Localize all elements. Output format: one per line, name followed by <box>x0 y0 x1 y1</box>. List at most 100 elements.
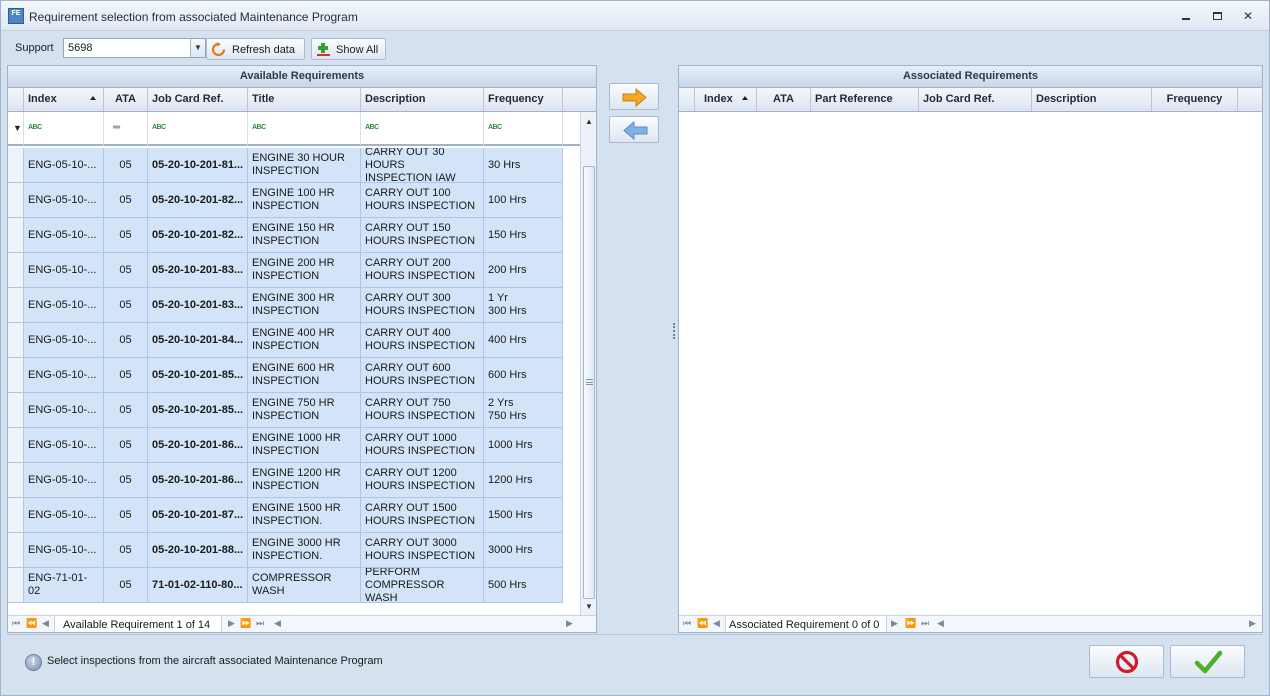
minimize-button[interactable] <box>1175 8 1197 24</box>
cell-description[interactable]: CARRY OUT 1200 HOURS INSPECTION <box>361 463 484 497</box>
next-record-icon[interactable]: ▶ <box>891 618 898 629</box>
table-row[interactable]: ENG-05-10-... 05 05-20-10-201-81... ENGINE … <box>8 148 563 183</box>
cancel-button[interactable] <box>1089 645 1164 678</box>
cell-description[interactable]: CARRY OUT 200 HOURS INSPECTION <box>361 253 484 287</box>
cell-index[interactable]: ENG-05-10-... <box>24 183 104 217</box>
filter-cell-frequency[interactable]: ABC <box>484 112 563 145</box>
column-header-index[interactable]: Index <box>24 88 104 111</box>
cell-index[interactable]: ENG-05-10-... <box>24 323 104 357</box>
column-header-job-card-ref[interactable]: Job Card Ref. <box>919 88 1032 111</box>
cell-frequency[interactable]: 400 Hrs <box>484 323 563 357</box>
cell-frequency[interactable]: 1200 Hrs <box>484 463 563 497</box>
filter-cell-ata[interactable]: ═ <box>104 112 148 145</box>
table-row[interactable]: ENG-05-10-... 05 05-20-10-201-85... ENGINE … <box>8 358 563 393</box>
table-row[interactable]: ENG-05-10-... 05 05-20-10-201-82... ENGINE … <box>8 218 563 253</box>
cell-description[interactable]: CARRY OUT 750 HOURS INSPECTION <box>361 393 484 427</box>
cell-ata[interactable]: 05 <box>104 358 148 392</box>
cell-frequency[interactable]: 30 Hrs <box>484 148 563 182</box>
scroll-up-icon[interactable]: ▲ <box>581 114 596 130</box>
row-indicator[interactable] <box>8 148 24 182</box>
splitter-grip[interactable] <box>673 323 676 339</box>
cell-ata[interactable]: 05 <box>104 393 148 427</box>
cell-job-card-ref[interactable]: 05-20-10-201-85... <box>148 393 248 427</box>
table-row[interactable]: ENG-05-10-... 05 05-20-10-201-87... ENGINE … <box>8 498 563 533</box>
table-row[interactable]: ENG-71-01-02 05 71-01-02-110-80... COMPRESS… <box>8 568 563 603</box>
cell-ata[interactable]: 05 <box>104 218 148 252</box>
cell-title[interactable]: ENGINE 30 HOUR INSPECTION <box>248 148 361 182</box>
cell-title[interactable]: ENGINE 600 HR INSPECTION <box>248 358 361 392</box>
column-header-description[interactable]: Description <box>1032 88 1152 111</box>
row-indicator[interactable] <box>8 393 24 427</box>
remove-from-associated-button[interactable] <box>609 116 659 143</box>
cell-index[interactable]: ENG-05-10-... <box>24 148 104 182</box>
cell-title[interactable]: COMPRESSOR WASH <box>248 568 361 602</box>
row-indicator[interactable] <box>8 288 24 322</box>
add-to-associated-button[interactable] <box>609 83 659 110</box>
cell-ata[interactable]: 05 <box>104 323 148 357</box>
cell-index[interactable]: ENG-05-10-... <box>24 498 104 532</box>
row-indicator[interactable] <box>8 428 24 462</box>
cell-frequency[interactable]: 1 Yr 300 Hrs <box>484 288 563 322</box>
column-header-description[interactable]: Description <box>361 88 484 111</box>
row-indicator[interactable] <box>8 253 24 287</box>
cell-job-card-ref[interactable]: 05-20-10-201-82... <box>148 218 248 252</box>
column-header-ata[interactable]: ATA <box>104 88 148 111</box>
cell-description[interactable]: CARRY OUT 600 HOURS INSPECTION <box>361 358 484 392</box>
hscroll-right-icon[interactable]: ▶ <box>566 618 573 629</box>
cell-description[interactable]: CARRY OUT 30 HOURS INSPECTION IAW <box>361 148 484 182</box>
cell-title[interactable]: ENGINE 750 HR INSPECTION <box>248 393 361 427</box>
prev-record-icon[interactable]: ◀ <box>713 618 720 629</box>
cell-title[interactable]: ENGINE 1000 HR INSPECTION <box>248 428 361 462</box>
cell-title[interactable]: ENGINE 1500 HR INSPECTION. <box>248 498 361 532</box>
support-combobox[interactable]: 5698 ▼ <box>63 38 206 58</box>
filter-cell-title[interactable]: ABC <box>248 112 361 145</box>
cell-index[interactable]: ENG-05-10-... <box>24 358 104 392</box>
cell-title[interactable]: ENGINE 100 HR INSPECTION <box>248 183 361 217</box>
cell-frequency[interactable]: 600 Hrs <box>484 358 563 392</box>
maximize-button[interactable] <box>1206 8 1228 24</box>
cell-job-card-ref[interactable]: 05-20-10-201-82... <box>148 183 248 217</box>
cell-frequency[interactable]: 500 Hrs <box>484 568 563 602</box>
prev-record-icon[interactable]: ◀ <box>42 618 49 629</box>
row-indicator[interactable] <box>8 323 24 357</box>
cell-description[interactable]: CARRY OUT 400 HOURS INSPECTION <box>361 323 484 357</box>
cell-job-card-ref[interactable]: 05-20-10-201-88... <box>148 533 248 567</box>
cell-description[interactable]: CARRY OUT 150 HOURS INSPECTION <box>361 218 484 252</box>
table-row[interactable]: ENG-05-10-... 05 05-20-10-201-85... ENGINE … <box>8 393 563 428</box>
cell-title[interactable]: ENGINE 3000 HR INSPECTION. <box>248 533 361 567</box>
cell-job-card-ref[interactable]: 05-20-10-201-86... <box>148 463 248 497</box>
cell-ata[interactable]: 05 <box>104 568 148 602</box>
hscroll-right-icon[interactable]: ▶ <box>1249 618 1256 629</box>
next-page-icon[interactable]: ⏩ <box>240 618 251 629</box>
cell-frequency[interactable]: 1000 Hrs <box>484 428 563 462</box>
column-header-part-reference[interactable]: Part Reference <box>811 88 919 111</box>
vertical-scrollbar[interactable]: ▲ ▼ <box>580 112 596 615</box>
cell-description[interactable]: CARRY OUT 3000 HOURS INSPECTION <box>361 533 484 567</box>
cell-index[interactable]: ENG-05-10-... <box>24 463 104 497</box>
cell-description[interactable]: CARRY OUT 100 HOURS INSPECTION <box>361 183 484 217</box>
hscroll-left-icon[interactable]: ◀ <box>937 618 944 629</box>
first-record-icon[interactable]: ⏮ <box>683 618 691 629</box>
cell-index[interactable]: ENG-71-01-02 <box>24 568 104 602</box>
next-page-icon[interactable]: ⏩ <box>905 618 916 629</box>
cell-frequency[interactable]: 1500 Hrs <box>484 498 563 532</box>
cell-frequency[interactable]: 150 Hrs <box>484 218 563 252</box>
cell-job-card-ref[interactable]: 05-20-10-201-83... <box>148 288 248 322</box>
cell-ata[interactable]: 05 <box>104 253 148 287</box>
scroll-down-icon[interactable]: ▼ <box>581 599 596 615</box>
hscroll-left-icon[interactable]: ◀ <box>274 618 281 629</box>
table-row[interactable]: ENG-05-10-... 05 05-20-10-201-88... ENGINE … <box>8 533 563 568</box>
cell-frequency[interactable]: 3000 Hrs <box>484 533 563 567</box>
row-indicator[interactable] <box>8 498 24 532</box>
filter-cell-description[interactable]: ABC <box>361 112 484 145</box>
cell-index[interactable]: ENG-05-10-... <box>24 218 104 252</box>
cell-job-card-ref[interactable]: 05-20-10-201-85... <box>148 358 248 392</box>
column-header-ata[interactable]: ATA <box>757 88 811 111</box>
column-header-title[interactable]: Title <box>248 88 361 111</box>
row-indicator[interactable] <box>8 568 24 602</box>
cell-job-card-ref[interactable]: 05-20-10-201-87... <box>148 498 248 532</box>
table-row[interactable]: ENG-05-10-... 05 05-20-10-201-84... ENGINE … <box>8 323 563 358</box>
cell-description[interactable]: CARRY OUT 1500 HOURS INSPECTION <box>361 498 484 532</box>
last-record-icon[interactable]: ⏭ <box>921 618 929 629</box>
cell-job-card-ref[interactable]: 05-20-10-201-84... <box>148 323 248 357</box>
